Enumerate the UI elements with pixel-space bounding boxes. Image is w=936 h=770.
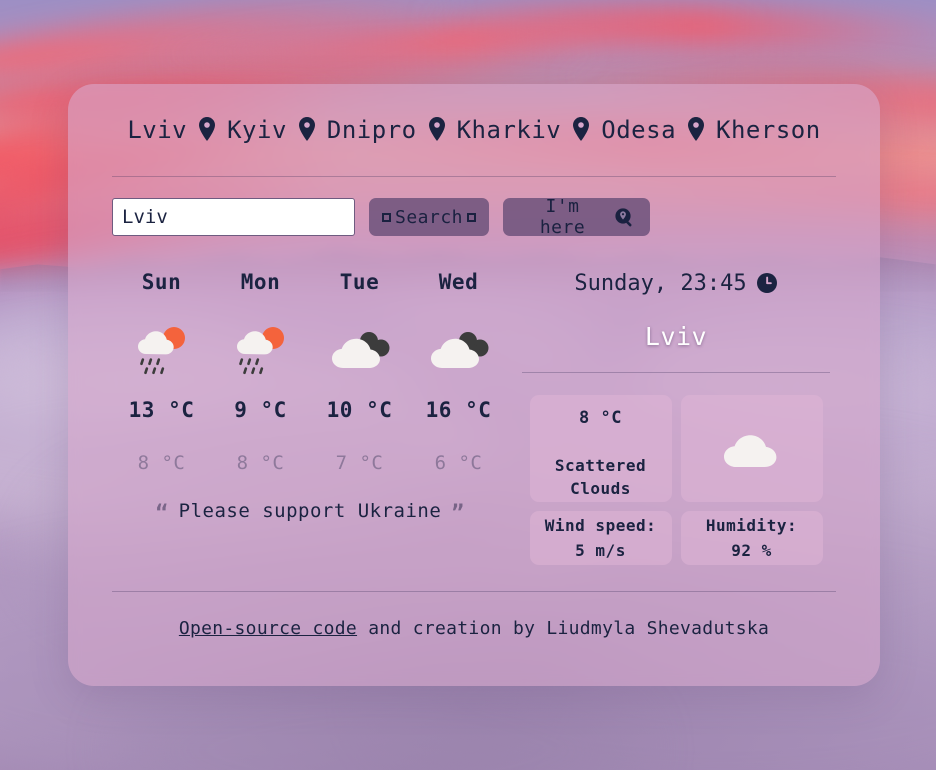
search-location-icon: [614, 207, 635, 228]
sun-behind-rain-cloud-icon: [211, 321, 310, 379]
weather-app-card: Lviv Kyiv Dnipro Kharkiv Odesa Kherson S…: [68, 84, 880, 686]
wind-speed-value: 5 m/s: [575, 541, 626, 560]
humidity-label: Humidity:: [705, 516, 798, 535]
search-row: Search I'm here: [112, 177, 836, 256]
search-button-label: Search: [394, 206, 464, 228]
forecast-high-temp: 10 °C: [326, 398, 393, 422]
current-temperature-card: 8 °C Scattered Clouds: [529, 395, 672, 502]
condition-line-1: Scattered: [554, 456, 647, 475]
city-link-odesa[interactable]: Odesa: [599, 116, 678, 144]
location-pin-icon: [563, 117, 599, 141]
current-temperature-value: 8 °C: [579, 408, 622, 428]
missing-glyph-icon: [381, 212, 391, 222]
forecast-low-temp: 7 °C: [335, 452, 384, 474]
city-link-kharkiv[interactable]: Kharkiv: [455, 116, 564, 144]
forecast-low-temp: 8 °C: [137, 452, 186, 474]
im-here-button[interactable]: I'm here: [503, 196, 650, 238]
forecast-high-temp: 13 °C: [128, 398, 195, 422]
quote-close-icon: ”: [451, 500, 465, 525]
current-stats-grid: 8 °C Scattered Clouds Wind speed: 5 m/s …: [516, 373, 836, 565]
current-weather-panel: Sunday, 23:45 Lviv 8 °C Scattered Clouds…: [508, 270, 836, 565]
current-datetime: Sunday, 23:45: [516, 270, 836, 296]
city-link-kherson[interactable]: Kherson: [714, 116, 823, 144]
location-pin-icon: [419, 117, 455, 141]
quote-open-icon: “: [155, 500, 169, 525]
sun-behind-rain-cloud-icon: [112, 321, 211, 379]
forecast-day-label: Wed: [438, 270, 479, 294]
humidity-card: Humidity: 92 %: [680, 511, 823, 565]
city-search-input[interactable]: [112, 198, 355, 236]
city-nav: Lviv Kyiv Dnipro Kharkiv Odesa Kherson: [112, 84, 836, 176]
forecast-col-sun: Sun: [112, 270, 211, 321]
forecast-col-wed: Wed: [409, 270, 508, 321]
footer-credit-text: and creation by Liudmyla Shevadutska: [357, 618, 770, 639]
clock-icon: [756, 272, 778, 294]
location-pin-icon: [289, 117, 325, 141]
humidity-value: 92 %: [731, 541, 772, 560]
current-city-name: Lviv: [644, 322, 708, 351]
location-pin-icon: [678, 117, 714, 141]
forecast-col-tue: Tue: [310, 270, 409, 321]
footer: Open-source code and creation by Liudmyl…: [112, 592, 836, 639]
forecast-day-label: Mon: [240, 270, 281, 294]
forecast-high-temp: 16 °C: [425, 398, 492, 422]
forecast-high-temps-row: 13 °C 9 °C 10 °C 16 °C: [112, 379, 508, 422]
wind-speed-label: Wind speed:: [544, 516, 657, 535]
wind-speed-card: Wind speed: 5 m/s: [529, 511, 672, 565]
city-link-lviv[interactable]: Lviv: [125, 116, 189, 144]
forecast-panel: Sun Mon Tue Wed 13 °C 9 °C 10 °C 16 °C 8…: [112, 270, 508, 565]
current-datetime-text: Sunday, 23:45: [574, 270, 747, 296]
forecast-day-label: Sun: [141, 270, 182, 294]
broken-clouds-icon: [310, 321, 409, 379]
current-condition-description: Scattered Clouds: [555, 454, 646, 500]
search-button[interactable]: Search: [369, 198, 489, 236]
city-link-dnipro[interactable]: Dnipro: [325, 116, 419, 144]
support-ukraine-message: “ Please support Ukraine ”: [112, 474, 508, 525]
current-condition-icon-card: [680, 395, 823, 502]
forecast-col-mon: Mon: [211, 270, 310, 321]
missing-glyph-icon: [467, 212, 477, 222]
cloud-icon: [720, 427, 784, 471]
city-link-kyiv[interactable]: Kyiv: [225, 116, 289, 144]
forecast-low-temp: 8 °C: [236, 452, 285, 474]
forecast-low-temp: 6 °C: [434, 452, 483, 474]
forecast-icons-row: [112, 321, 508, 379]
condition-line-2: Clouds: [570, 479, 631, 499]
broken-clouds-icon: [409, 321, 508, 379]
forecast-day-label: Tue: [339, 270, 380, 294]
forecast-high-temp: 9 °C: [234, 398, 287, 422]
main-content: Sun Mon Tue Wed 13 °C 9 °C 10 °C 16 °C 8…: [112, 256, 836, 565]
location-pin-icon: [189, 117, 225, 141]
support-ukraine-text: Please support Ukraine: [178, 500, 442, 522]
open-source-code-link[interactable]: Open-source code: [179, 618, 357, 639]
forecast-low-temps-row: 8 °C 8 °C 7 °C 6 °C: [112, 422, 508, 474]
forecast-day-names-row: Sun Mon Tue Wed: [112, 270, 508, 321]
im-here-button-label: I'm here: [539, 196, 586, 238]
